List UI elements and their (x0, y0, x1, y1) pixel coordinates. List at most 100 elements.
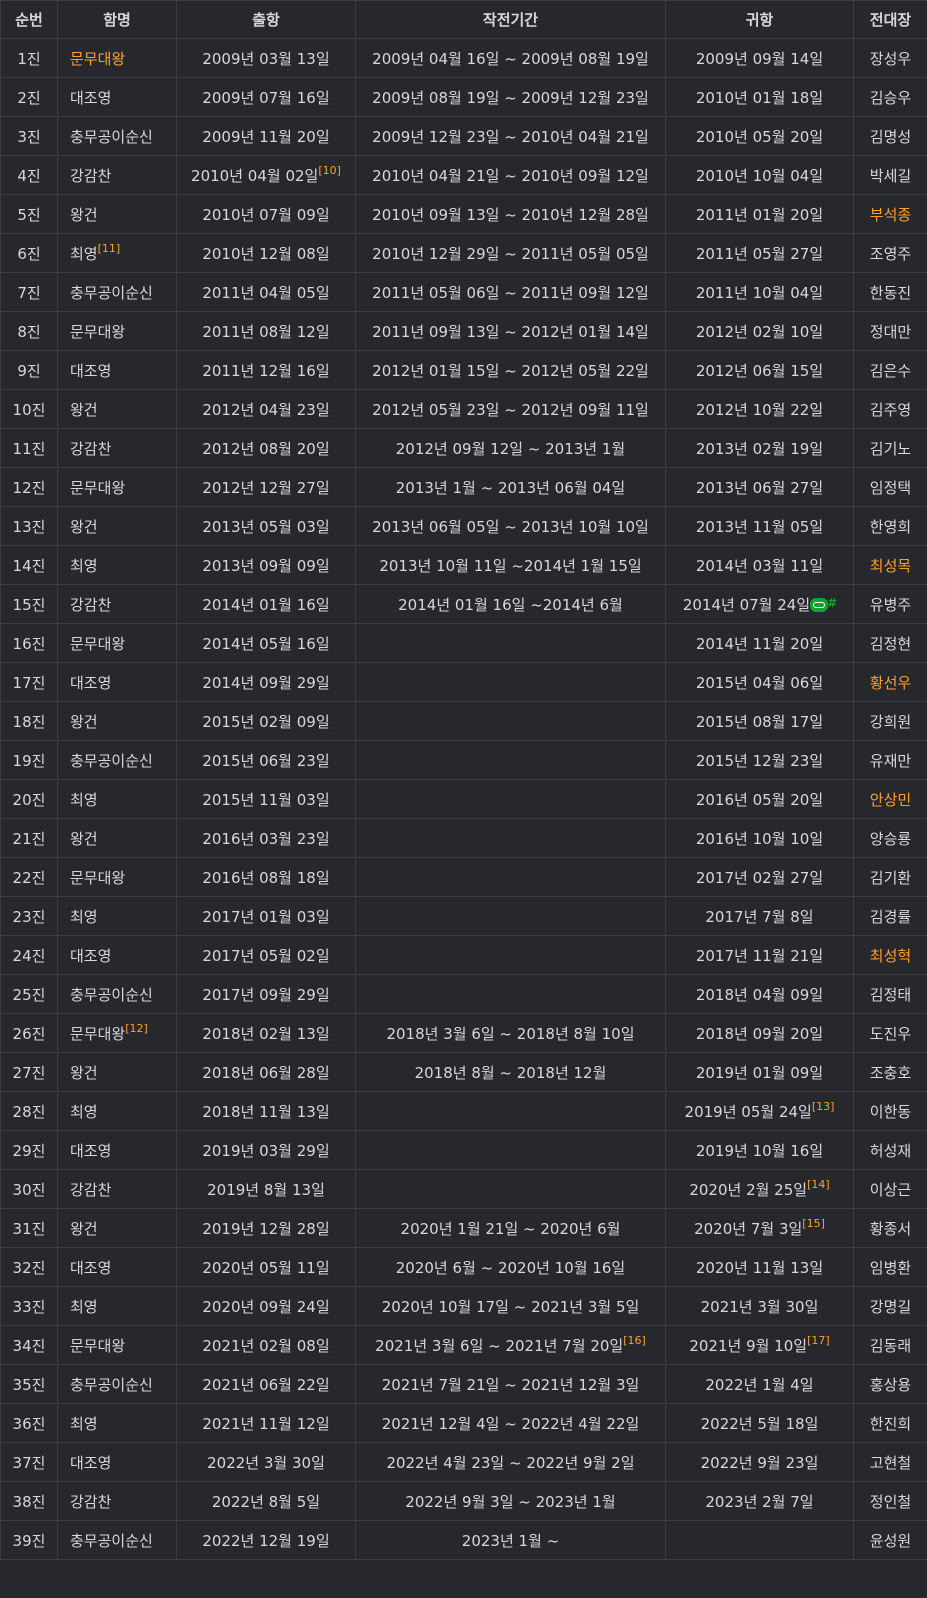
cell-ship: 강감찬 (57, 155, 177, 195)
footnote-link[interactable]: [13] (812, 1100, 835, 1113)
cell-ship-text: 충무공이순신 (70, 985, 153, 1004)
cell-departure: 2009년 03월 13일 (176, 38, 356, 78)
cell-operation-period-text: 2018년 3월 6일 ~ 2018년 8월 10일 (386, 1024, 635, 1043)
cell-commander: 안상민 (853, 779, 927, 819)
cell-number: 33진 (0, 1286, 58, 1326)
footnote-link[interactable]: [12] (125, 1022, 148, 1035)
cell-operation-period-text: 2009년 04월 16일 ~ 2009년 08월 19일 (372, 49, 649, 68)
footnote-link[interactable]: [11] (98, 242, 121, 255)
cell-ship-text: 대조영 (70, 1453, 112, 1472)
cell-operation-period: 2012년 09월 12일 ~ 2013년 1월 (355, 428, 666, 468)
footnote-link[interactable]: [15] (802, 1217, 825, 1230)
cell-commander: 최성혁 (853, 935, 927, 975)
cell-commander: 정대만 (853, 311, 927, 351)
cell-commander-text: 이상근 (869, 1180, 912, 1199)
cell-operation-period: 2023년 1월 ~ (355, 1520, 666, 1560)
cell-commander-text[interactable]: 최성혁 (870, 947, 911, 965)
cell-departure: 2022년 12월 19일 (176, 1520, 356, 1560)
cell-operation-period-text: 2023년 1월 ~ (461, 1531, 560, 1550)
cell-number: 34진 (0, 1325, 58, 1365)
cell-return-text: 2014년 07월 24일 (682, 595, 811, 614)
cell-return: 2013년 06월 27일 (665, 467, 854, 507)
cell-ship-text[interactable]: 문무대왕 (70, 50, 125, 68)
cell-ship: 대조영 (57, 1247, 177, 1287)
cell-departure-text: 2012년 08월 20일 (202, 439, 330, 458)
cell-ship: 대조영 (57, 77, 177, 117)
link-icon[interactable]: # (810, 596, 837, 613)
footnote-link[interactable]: [14] (807, 1178, 830, 1191)
cell-number-text: 30진 (12, 1180, 46, 1199)
cell-return: 2017년 02월 27일 (665, 857, 854, 897)
table-row: 32진 대조영 2020년 05월 11일 2020년 6월 ~ 2020년 10월 … (0, 1247, 927, 1287)
cell-return-text: 2013년 02월 19일 (695, 439, 824, 458)
footnote-link[interactable]: [16] (623, 1334, 646, 1347)
cell-ship-text: 대조영 (70, 1141, 112, 1160)
cell-ship-text: 충무공이순신 (70, 751, 153, 770)
cell-departure-text: 2009년 07월 16일 (202, 88, 330, 107)
cell-operation-period-text: 2022년 9월 3일 ~ 2023년 1월 (405, 1492, 616, 1511)
cell-departure-text: 2018년 11월 13일 (202, 1102, 330, 1121)
cell-return-text: 2019년 01월 09일 (695, 1063, 824, 1082)
table-row: 26진 문무대왕[12] 2018년 02월 13일 2018년 3월 6일 ~ 20… (0, 1013, 927, 1053)
cell-operation-period: 2021년 7월 21일 ~ 2021년 12월 3일 (355, 1364, 666, 1404)
cell-departure: 2014년 01월 16일 (176, 584, 356, 624)
cell-commander: 김경률 (853, 896, 927, 936)
cell-ship-text: 최영 (70, 244, 98, 263)
cell-departure-text: 2020년 05월 11일 (202, 1258, 330, 1277)
cell-commander-text[interactable]: 황선우 (870, 674, 911, 692)
cell-departure-text: 2014년 05월 16일 (202, 634, 330, 653)
cell-operation-period (355, 935, 666, 975)
cell-ship: 왕건 (57, 506, 177, 546)
cell-commander-text: 김주영 (869, 400, 912, 419)
header-return: 귀항 (665, 0, 854, 39)
footnote-link[interactable]: [17] (807, 1334, 830, 1347)
cell-ship-text: 왕건 (70, 712, 98, 731)
cell-operation-period-text: 2020년 10월 17일 ~ 2021년 3월 5일 (381, 1297, 640, 1316)
cell-commander: 고현철 (853, 1442, 927, 1482)
cell-ship-text: 문무대왕 (70, 478, 126, 497)
cell-ship: 왕건 (57, 389, 177, 429)
cell-return: 2019년 01월 09일 (665, 1052, 854, 1092)
cell-departure: 2018년 11월 13일 (176, 1091, 356, 1131)
table-row: 11진 강감찬 2012년 08월 20일 2012년 09월 12일 ~ 2013년… (0, 428, 927, 468)
cell-operation-period-text: 2010년 04월 21일 ~ 2010년 09월 12일 (372, 166, 649, 185)
cell-number: 2진 (0, 77, 58, 117)
cell-commander: 이한동 (853, 1091, 927, 1131)
cell-commander-text[interactable]: 최성목 (870, 557, 911, 575)
cell-ship: 문무대왕 (57, 623, 177, 663)
table-row: 34진 문무대왕 2021년 02월 08일 2021년 3월 6일 ~ 2021년 … (0, 1325, 927, 1365)
cell-departure: 2013년 09월 09일 (176, 545, 356, 585)
cell-return-text: 2015년 08월 17일 (695, 712, 824, 731)
table-row: 6진 최영[11] 2010년 12월 08일 2010년 12월 29일 ~ 201… (0, 233, 927, 273)
cell-number-text: 21진 (12, 829, 46, 848)
cell-commander-text[interactable]: 안상민 (870, 791, 911, 809)
cell-number-text: 26진 (12, 1024, 46, 1043)
cell-number: 32진 (0, 1247, 58, 1287)
cell-return: 2012년 10월 22일 (665, 389, 854, 429)
cell-departure: 2016년 08월 18일 (176, 857, 356, 897)
cell-commander: 황선우 (853, 662, 927, 702)
cell-commander-text: 정인철 (869, 1492, 912, 1511)
cell-commander: 김기환 (853, 857, 927, 897)
header-departure: 출항 (176, 0, 356, 39)
cell-ship-text: 최영 (70, 1102, 98, 1121)
cell-number-text: 15진 (12, 595, 46, 614)
cell-number: 20진 (0, 779, 58, 819)
cell-number: 13진 (0, 506, 58, 546)
table-row: 21진 왕건 2016년 03월 23일 2016년 10월 10일 양승룡 (0, 818, 927, 858)
table-row: 19진 충무공이순신 2015년 06월 23일 2015년 12월 23일 유재만 (0, 740, 927, 780)
cell-return-text: 2022년 9월 23일 (700, 1453, 819, 1472)
footnote-link[interactable]: [10] (318, 164, 341, 177)
cell-return-text: 2021년 3월 30일 (700, 1297, 819, 1316)
cell-return: 2012년 06월 15일 (665, 350, 854, 390)
cell-departure: 2019년 12월 28일 (176, 1208, 356, 1248)
cell-departure-text: 2019년 8월 13일 (207, 1180, 325, 1199)
cell-departure: 2017년 05월 02일 (176, 935, 356, 975)
cell-ship: 충무공이순신 (57, 116, 177, 156)
cell-ship-text: 최영 (70, 1414, 98, 1433)
table-row: 30진 강감찬 2019년 8월 13일 2020년 2월 25일[14] 이상근 (0, 1169, 927, 1209)
table-row: 5진 왕건 2010년 07월 09일 2010년 09월 13일 ~ 2010년 1… (0, 194, 927, 234)
cell-departure: 2011년 08월 12일 (176, 311, 356, 351)
cell-commander-text[interactable]: 부석종 (870, 206, 911, 224)
cell-return-text: 2016년 10월 10일 (695, 829, 824, 848)
